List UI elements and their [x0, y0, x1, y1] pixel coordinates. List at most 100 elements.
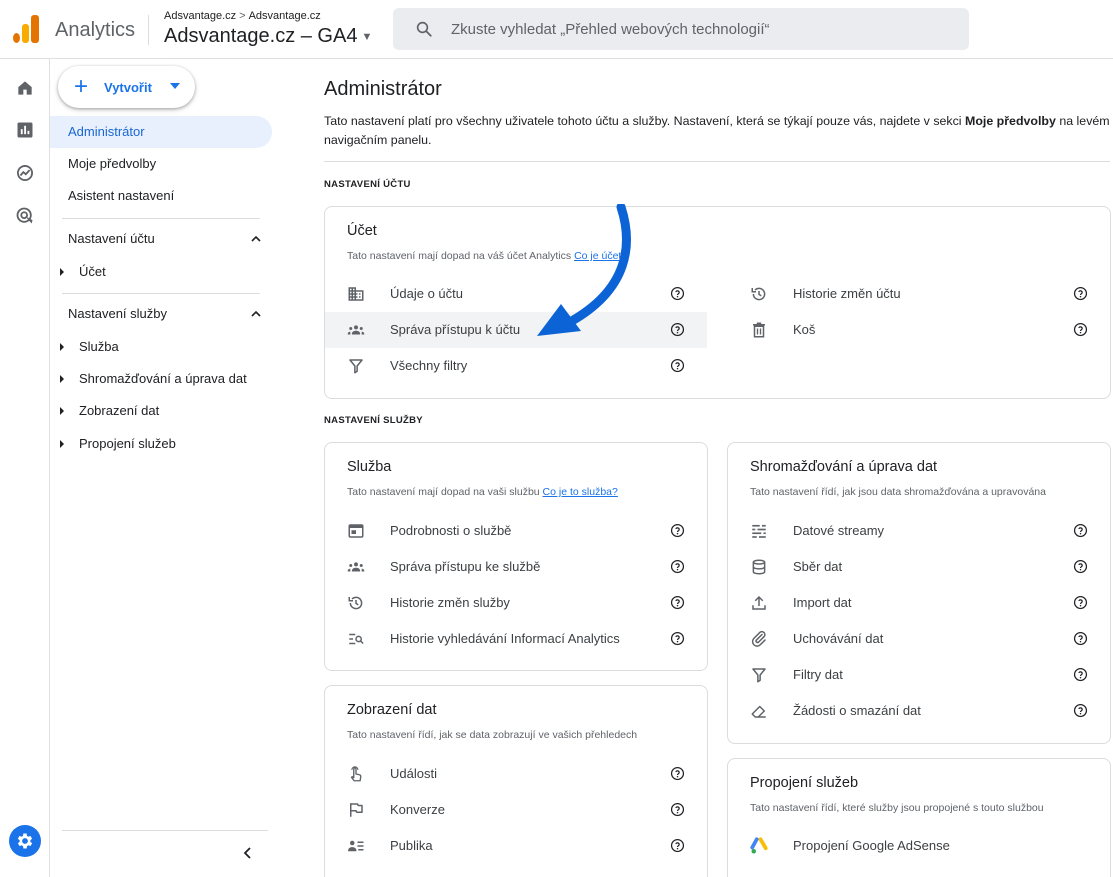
help-icon[interactable] — [670, 322, 685, 337]
dropdown-caret-icon: ▼ — [361, 30, 373, 43]
trash-row[interactable]: Koš — [728, 312, 1110, 348]
collapse-nav-chevron-left-icon[interactable] — [240, 845, 256, 861]
nav-sub-item-account[interactable]: Účet — [60, 264, 106, 279]
nav-item-administrator[interactable]: Administrátor — [50, 116, 272, 148]
row-label: Události — [390, 766, 437, 781]
nav-divider — [62, 830, 268, 831]
property-access-management-row[interactable]: Správa přístupu ke službě — [325, 549, 707, 585]
nav-section-property-label: Nastavení služby — [68, 306, 167, 321]
nav-section-account-label: Nastavení účtu — [68, 231, 155, 246]
analytics-logo-icon[interactable] — [13, 15, 39, 43]
breadcrumb-separator: > — [239, 10, 246, 22]
card-title: Propojení služeb — [750, 775, 859, 791]
nav-item-setup-assistant[interactable]: Asistent nastavení — [50, 180, 272, 212]
row-label: Datové streamy — [793, 523, 885, 538]
data-import-row[interactable]: Import dat — [728, 585, 1110, 621]
card-subtitle: Tato nastavení řídí, jak jsou data shrom… — [750, 486, 1046, 498]
help-icon[interactable] — [1073, 286, 1088, 301]
search-bar[interactable]: Zkuste vyhledat „Přehled webových techno… — [393, 8, 969, 50]
property-selector[interactable]: Adsvantage.cz – GA4 ▼ — [164, 25, 372, 48]
nav-section-property[interactable]: Nastavení služby — [68, 306, 262, 321]
account-change-history-row[interactable]: Historie změn účtu — [728, 276, 1110, 312]
retention-icon — [751, 630, 766, 647]
nav-sub-item-label: Propojení služeb — [79, 436, 176, 451]
chevron-up-icon[interactable] — [250, 308, 262, 320]
property-details-row[interactable]: Podrobnosti o službě — [325, 513, 707, 549]
help-icon[interactable] — [670, 838, 685, 853]
advertising-icon[interactable] — [15, 206, 35, 226]
all-filters-row[interactable]: Všechny filtry — [325, 348, 707, 384]
help-icon[interactable] — [1073, 595, 1088, 610]
header-divider — [148, 15, 149, 45]
analytics-insights-search-history-row[interactable]: Historie vyhledávání Informací Analytics — [325, 621, 707, 657]
data-collection-row[interactable]: Sběr dat — [728, 549, 1110, 585]
help-icon[interactable] — [670, 766, 685, 781]
explore-icon[interactable] — [15, 163, 35, 183]
card-icon — [348, 524, 364, 538]
product-links-card: Propojení služeb Tato nastavení řídí, kt… — [727, 758, 1111, 877]
upload-icon — [752, 595, 766, 610]
property-change-history-row[interactable]: Historie změn služby — [325, 585, 707, 621]
left-rail — [0, 59, 50, 877]
what-is-account-link[interactable]: Co je účet? — [574, 250, 627, 262]
chevron-up-icon[interactable] — [250, 233, 262, 245]
admin-nav: + Vytvořit Administrátor Moje předvolby … — [50, 59, 290, 877]
adsense-link-row[interactable]: Propojení Google AdSense — [728, 828, 1110, 864]
reports-icon[interactable] — [15, 120, 35, 140]
building-icon — [348, 287, 364, 301]
conversions-row[interactable]: Konverze — [325, 792, 707, 828]
account-access-management-row[interactable]: Správa přístupu k účtu — [325, 312, 707, 348]
nav-sub-item-data-collection[interactable]: Shromažďování a úprava dat — [60, 371, 247, 386]
audience-icon — [348, 840, 364, 852]
help-icon[interactable] — [670, 631, 685, 646]
filter-icon — [752, 668, 766, 683]
help-icon[interactable] — [1073, 631, 1088, 646]
help-icon[interactable] — [670, 559, 685, 574]
help-icon[interactable] — [670, 802, 685, 817]
home-icon[interactable] — [15, 78, 35, 98]
touch-icon — [350, 766, 362, 782]
audiences-row[interactable]: Publika — [325, 828, 707, 864]
data-streams-row[interactable]: Datové streamy — [728, 513, 1110, 549]
row-label: Konverze — [390, 802, 445, 817]
top-bar: Analytics Adsvantage.cz > Adsvantage.cz Ad… — [0, 0, 1113, 59]
what-is-property-link[interactable]: Co je to služba? — [543, 486, 618, 498]
help-icon[interactable] — [1073, 703, 1088, 718]
help-icon[interactable] — [670, 286, 685, 301]
card-subtitle: Tato nastavení mají dopad na vaši službu… — [347, 486, 618, 498]
card-title: Služba — [347, 459, 392, 475]
property-card: Služba Tato nastavení mají dopad na vaši… — [324, 442, 708, 671]
group-icon — [347, 325, 365, 335]
account-card: Účet Tato nastavení mají dopad na váš úč… — [324, 206, 1111, 399]
app-name: Analytics — [55, 19, 136, 41]
nav-sub-item-label: Shromažďování a úprava dat — [79, 371, 247, 386]
data-retention-row[interactable]: Uchovávání dat — [728, 621, 1110, 657]
nav-item-my-preferences[interactable]: Moje předvolby — [50, 148, 272, 180]
nav-sub-item-product-links[interactable]: Propojení služeb — [60, 436, 176, 451]
create-dropdown-icon — [170, 83, 180, 89]
data-filters-row[interactable]: Filtry dat — [728, 657, 1110, 693]
admin-settings-button[interactable] — [9, 825, 41, 857]
create-button[interactable]: + Vytvořit — [58, 66, 195, 108]
events-row[interactable]: Události — [325, 756, 707, 792]
row-label: Žádosti o smazání dat — [793, 703, 921, 718]
help-icon[interactable] — [1073, 523, 1088, 538]
help-icon[interactable] — [670, 523, 685, 538]
nav-section-account[interactable]: Nastavení účtu — [68, 231, 262, 246]
data-deletion-requests-row[interactable]: Žádosti o smazání dat — [728, 693, 1110, 729]
help-icon[interactable] — [670, 595, 685, 610]
trash-icon — [753, 322, 765, 338]
help-icon[interactable] — [1073, 559, 1088, 574]
nav-sub-item-data-display[interactable]: Zobrazení dat — [60, 403, 159, 418]
breadcrumb[interactable]: Adsvantage.cz > Adsvantage.cz — [164, 10, 321, 22]
nav-sub-item-property[interactable]: Služba — [60, 339, 119, 354]
account-details-row[interactable]: Údaje o účtu — [325, 276, 707, 312]
help-icon[interactable] — [670, 358, 685, 373]
history-icon — [348, 596, 363, 610]
property-name: Adsvantage.cz – GA4 — [164, 25, 358, 47]
expand-arrow-icon — [60, 342, 64, 351]
help-icon[interactable] — [1073, 322, 1088, 337]
help-icon[interactable] — [1073, 667, 1088, 682]
breadcrumb-property[interactable]: Adsvantage.cz — [249, 10, 321, 22]
breadcrumb-account[interactable]: Adsvantage.cz — [164, 10, 236, 22]
